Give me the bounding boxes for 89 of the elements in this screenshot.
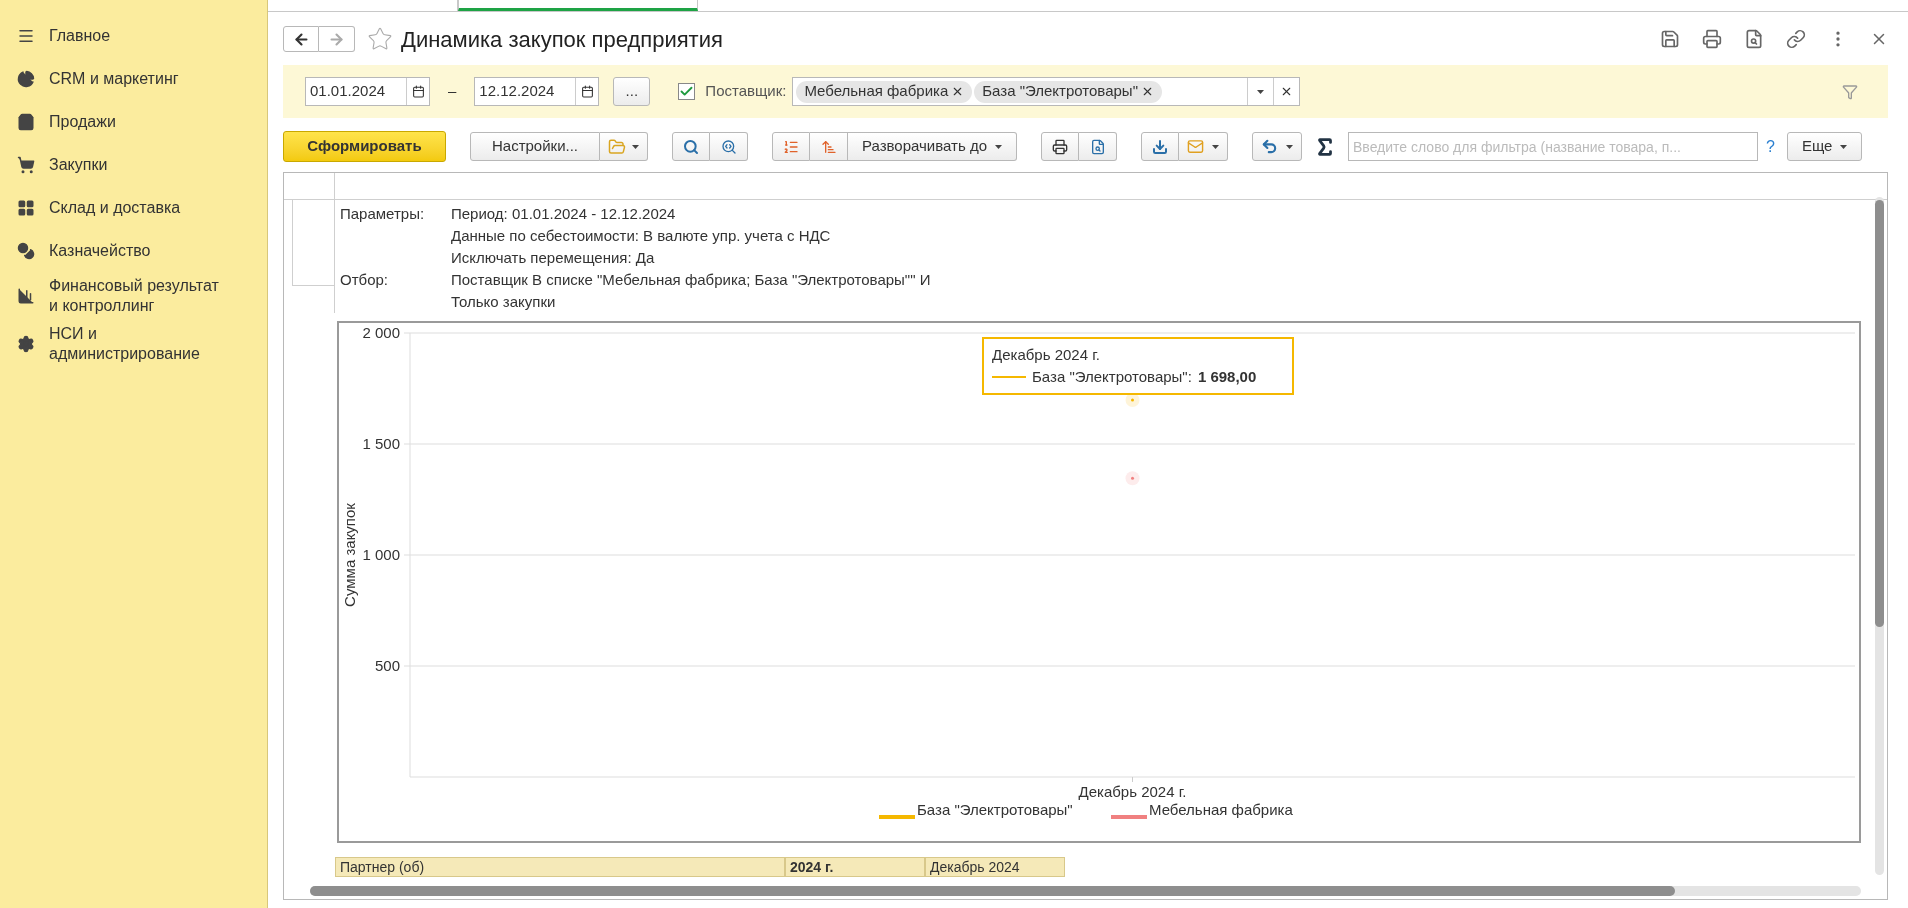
y-tick-label: 1 000 [362, 546, 400, 563]
tooltip-title: Декабрь 2024 г. [992, 345, 1101, 365]
calendar-icon[interactable] [411, 85, 425, 98]
date-range-dash: – [448, 81, 457, 102]
pie-chart-icon [17, 69, 35, 88]
download-icon [1152, 138, 1168, 155]
expand-button[interactable]: Разворачивать до [848, 132, 1017, 161]
sidebar-item[interactable]: Закупки [0, 143, 267, 186]
help-link[interactable]: ? [1766, 134, 1775, 159]
caret-icon [1286, 144, 1293, 149]
favorite-star-icon[interactable] [367, 26, 393, 52]
vertical-scrollbar[interactable] [1875, 197, 1884, 875]
sort-down-button[interactable] [772, 132, 810, 161]
param-label: Отбор: [340, 270, 389, 290]
back-button[interactable] [283, 26, 319, 52]
preview-icon[interactable] [1744, 29, 1764, 49]
table-header-cell: Партнер (об) [335, 857, 785, 877]
param-value: Поставщик В списке "Мебельная фабрика; База "Электротовары"" И [451, 270, 931, 290]
legend-label: Мебельная фабрика [1149, 801, 1293, 818]
caret-icon [1840, 144, 1848, 149]
filter-icon[interactable] [1842, 83, 1858, 100]
caret-icon [1212, 144, 1219, 149]
grid-icon [17, 198, 35, 217]
supplier-checkbox[interactable] [678, 83, 696, 100]
x-tick-label: Декабрь 2024 г. [1078, 783, 1187, 800]
tooltip-value: 1 698,00 [1197, 367, 1257, 387]
search-button[interactable] [672, 132, 710, 161]
sort-up-button[interactable] [810, 132, 848, 161]
legend-label: База "Электротовары" [917, 801, 1073, 818]
generate-button[interactable]: Сформировать [283, 131, 446, 162]
printer-icon [1052, 138, 1068, 155]
envelope-icon [1187, 138, 1204, 155]
param-value: Только закупки [451, 292, 557, 312]
param-label: Параметры: [340, 204, 426, 224]
caret-icon [1257, 89, 1265, 94]
period-button[interactable]: ... [613, 77, 651, 106]
save-icon[interactable] [1660, 29, 1680, 49]
check-icon [679, 84, 695, 99]
download-button[interactable] [1141, 132, 1179, 161]
caret-icon [632, 144, 639, 149]
y-axis-title: Сумма закупок [341, 503, 358, 607]
horizontal-scrollbar[interactable] [310, 886, 1861, 896]
param-value: Период: 01.01.2024 - 12.12.2024 [451, 204, 677, 224]
sort-icon [820, 138, 837, 155]
settings-button[interactable]: Настройки... [470, 132, 600, 161]
bar-chart-icon [17, 287, 35, 305]
folder-icon [608, 137, 626, 156]
supplier-field[interactable]: Мебельная фабрика База "Электротовары" [792, 77, 1301, 106]
y-tick-label: 1 500 [362, 435, 400, 452]
return-arrow-icon [1261, 138, 1278, 155]
sidebar-item[interactable]: Продажи [0, 100, 267, 143]
sidebar-item[interactable]: НСИ и администрирование [0, 320, 267, 368]
date-from-field[interactable]: 01.01.2024 [305, 77, 430, 106]
more-button[interactable]: Еще [1786, 132, 1863, 161]
sort-icon [783, 138, 799, 155]
bag-icon [17, 112, 35, 131]
search-refresh-icon [720, 138, 737, 155]
sidebar-item[interactable]: Главное [0, 14, 267, 57]
supplier-tag[interactable]: Мебельная фабрика [796, 80, 973, 103]
settings-icon [17, 335, 35, 353]
print-button[interactable] [1041, 132, 1079, 161]
cart-icon [17, 155, 35, 174]
return-button[interactable] [1252, 132, 1302, 161]
sidebar-item[interactable]: Финансовый результат и контроллинг [0, 272, 267, 320]
sidebar-item[interactable]: Казначейство [0, 229, 267, 272]
param-value: Исключать перемещения: Да [451, 248, 656, 268]
supplier-label: Поставщик: [705, 81, 787, 102]
tooltip-series: База "Электротовары": [1032, 367, 1192, 387]
link-icon[interactable] [1786, 29, 1806, 49]
y-tick-label: 500 [374, 657, 400, 674]
sidebar-item[interactable]: CRM и маркетинг [0, 57, 267, 100]
search-again-button[interactable] [710, 132, 748, 161]
search-icon [683, 138, 699, 155]
coins-icon [17, 241, 35, 260]
preview-button[interactable] [1079, 132, 1117, 161]
preview-icon [1089, 138, 1106, 155]
calendar-icon[interactable] [580, 85, 594, 98]
supplier-tag[interactable]: База "Электротовары" [974, 80, 1162, 103]
tab[interactable] [458, 0, 698, 11]
caret-icon [995, 144, 1002, 149]
table-header-cell: 2024 г. [785, 857, 925, 877]
filter-search-field[interactable]: Введите слово для фильтра (название товара, п... [1348, 132, 1758, 161]
param-value: Данные по себестоимости: В валюте упр. учета с НДС [451, 226, 831, 246]
table-header-cell: Декабрь 2024 [925, 857, 1065, 877]
sidebar-item[interactable]: Склад и доставка [0, 186, 267, 229]
window-title: Динамика закупок предприятия [401, 25, 723, 54]
printer-icon[interactable] [1702, 29, 1722, 49]
y-tick-label: 2 000 [362, 324, 400, 341]
date-to-field[interactable]: 12.12.2024 [474, 77, 600, 106]
